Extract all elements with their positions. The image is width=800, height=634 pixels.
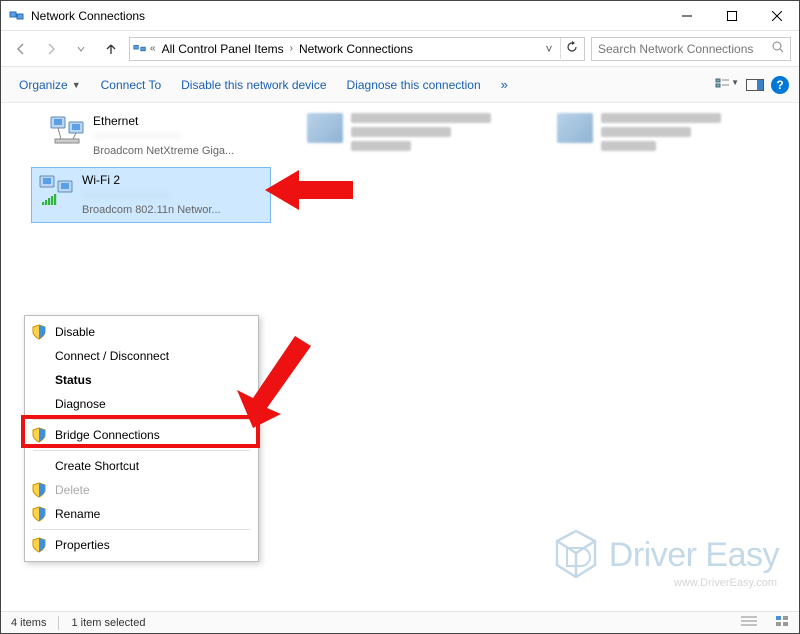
watermark: Driver Easy www.DriverEasy.com (553, 529, 779, 581)
organize-button[interactable]: Organize ▼ (11, 74, 89, 96)
close-button[interactable] (754, 1, 799, 30)
item-count: 4 items (11, 617, 46, 629)
annotation-arrow-wifi (265, 163, 355, 217)
view-options-button[interactable]: ▼ (715, 78, 739, 92)
watermark-url: www.DriverEasy.com (674, 577, 777, 589)
connection-adapter: Broadcom NetXtreme Giga... (93, 144, 234, 159)
menu-delete: Delete (25, 478, 258, 502)
window-title: Network Connections (31, 9, 145, 23)
shield-icon (31, 427, 47, 443)
chevron-down-icon: ▼ (72, 80, 81, 90)
breadcrumb-item[interactable]: All Control Panel Items (158, 40, 288, 58)
connect-to-button[interactable]: Connect To (93, 74, 170, 96)
address-dropdown[interactable]: ˅ (540, 42, 558, 56)
disable-device-button[interactable]: Disable this network device (173, 74, 334, 96)
menu-separator (33, 450, 250, 451)
content-area: Ethernet ———————— Broadcom NetXtreme Gig… (1, 103, 799, 611)
menu-properties[interactable]: Properties (25, 533, 258, 557)
menu-separator (33, 529, 250, 530)
connection-redacted-2[interactable] (551, 109, 791, 155)
connection-redacted-1[interactable] (301, 109, 541, 155)
menu-rename[interactable]: Rename (25, 502, 258, 526)
toolbar: Organize ▼ Connect To Disable this netwo… (1, 67, 799, 103)
window-icon (9, 8, 25, 24)
menu-connect-disconnect[interactable]: Connect / Disconnect (25, 344, 258, 368)
help-button[interactable]: ? (771, 76, 789, 94)
search-icon (772, 41, 784, 56)
recent-dropdown[interactable] (69, 37, 93, 61)
diagnose-button[interactable]: Diagnose this connection (339, 74, 489, 96)
address-icon (132, 42, 148, 56)
preview-pane-button[interactable] (743, 79, 767, 91)
shield-icon (31, 324, 47, 340)
chevron-right-icon[interactable]: › (290, 43, 293, 54)
address-bar[interactable]: « All Control Panel Items › Network Conn… (129, 37, 585, 61)
menu-status[interactable]: Status (25, 368, 258, 392)
breadcrumb-item[interactable]: Network Connections (295, 40, 417, 58)
shield-icon (31, 537, 47, 553)
breadcrumb-sep: « (150, 43, 156, 54)
up-button[interactable] (99, 37, 123, 61)
view-details-icon[interactable] (741, 615, 757, 630)
menu-bridge[interactable]: Bridge Connections (25, 423, 258, 447)
connection-status: ———————— (93, 129, 234, 144)
minimize-button[interactable] (664, 1, 709, 30)
window-controls (664, 1, 799, 30)
titlebar: Network Connections (1, 1, 799, 31)
menu-create-shortcut[interactable]: Create Shortcut (25, 454, 258, 478)
ethernet-icon (49, 113, 85, 149)
connection-name: Ethernet (93, 113, 234, 129)
more-button[interactable]: » (493, 73, 516, 96)
context-menu: Disable Connect / Disconnect Status Diag… (24, 315, 259, 562)
wifi-icon (38, 172, 74, 208)
back-button[interactable] (9, 37, 33, 61)
menu-disable[interactable]: Disable (25, 320, 258, 344)
connection-adapter: Broadcom 802.11n Networ... (82, 203, 221, 218)
view-large-icon[interactable] (775, 615, 789, 630)
forward-button[interactable] (39, 37, 63, 61)
navbar: « All Control Panel Items › Network Conn… (1, 31, 799, 67)
search-input[interactable] (598, 42, 772, 56)
connection-ethernet[interactable]: Ethernet ———————— Broadcom NetXtreme Gig… (43, 109, 283, 163)
status-bar: 4 items 1 item selected (1, 611, 799, 633)
maximize-button[interactable] (709, 1, 754, 30)
connection-status: ———————— (82, 188, 221, 203)
status-separator (58, 616, 59, 630)
watermark-text: Driver Easy (609, 536, 779, 575)
menu-diagnose[interactable]: Diagnose (25, 392, 258, 416)
selection-count: 1 item selected (71, 617, 145, 629)
shield-icon (31, 482, 47, 498)
connection-name: Wi-Fi 2 (82, 172, 221, 188)
search-box[interactable] (591, 37, 791, 61)
connection-wifi2[interactable]: Wi-Fi 2 ———————— Broadcom 802.11n Networ… (31, 167, 271, 223)
menu-separator (33, 419, 250, 420)
refresh-button[interactable] (560, 38, 582, 59)
shield-icon (31, 506, 47, 522)
